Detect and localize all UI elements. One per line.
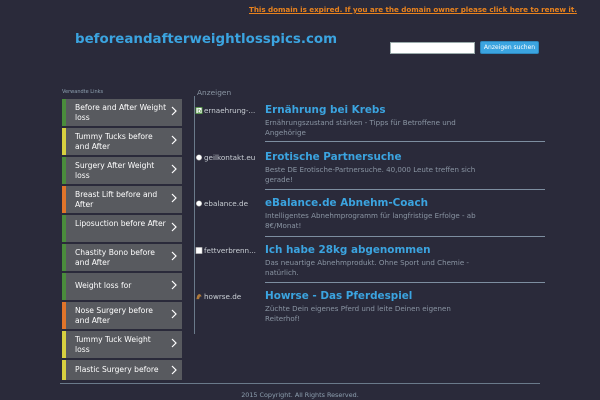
sidebar-item-label: Before and After Weight loss	[75, 103, 167, 122]
sidebar-heading: Verwandte Links	[62, 89, 104, 95]
horse-icon	[196, 293, 202, 300]
sidebar-item-liposuction[interactable]: Liposuction before After	[62, 215, 182, 242]
sidebar-item-plastic-surgery[interactable]: Plastic Surgery before	[62, 360, 182, 380]
ad-description: Ernährungszustand stärken - Tipps für Be…	[265, 118, 456, 137]
circle-icon	[195, 200, 203, 207]
b-icon: b	[195, 107, 203, 114]
ad-description: Intelligentes Abnehmprogramm für langfri…	[265, 211, 476, 230]
circle-icon	[195, 154, 203, 161]
ad-title-link[interactable]: Ich habe 28kg abgenommen	[265, 244, 431, 256]
ad-title-link[interactable]: Ernährung bei Krebs	[265, 104, 386, 116]
sidebar-item-tummy-tuck-weight-loss[interactable]: Tummy Tuck Weight loss	[62, 331, 182, 358]
ad-domain[interactable]: howrse.de	[195, 292, 261, 301]
chevron-right-icon	[171, 280, 177, 290]
sidebar-item-label: Plastic Surgery before	[75, 365, 159, 374]
ad-separator	[265, 141, 545, 142]
ad-description: Das neuartige Abnehmprodukt. Ohne Sport …	[265, 258, 469, 277]
ad-title-link[interactable]: eBalance.de Abnehm-Coach	[265, 197, 428, 209]
chevron-right-icon	[171, 106, 177, 116]
ad-title-link[interactable]: Erotische Partnersuche	[265, 151, 402, 163]
sidebar-item-label: Surgery After Weight loss	[75, 161, 155, 180]
sidebar-item-label: Breast Lift before and After	[75, 190, 158, 209]
square-icon	[195, 247, 203, 254]
chevron-right-icon	[171, 338, 177, 348]
sidebar-item-tummy-tucks[interactable]: Tummy Tucks before and After	[62, 128, 182, 155]
ad-description: Züchte Dein eigenes Pferd und leite Dein…	[265, 304, 451, 323]
sidebar-item-label: Tummy Tucks before and After	[75, 132, 153, 151]
chevron-right-icon	[171, 164, 177, 174]
chevron-right-icon	[171, 251, 177, 261]
svg-text:b: b	[197, 108, 201, 114]
ads-label: Anzeigen	[197, 88, 232, 97]
ad-title-link[interactable]: Howrse - Das Pferdespiel	[265, 290, 412, 302]
sidebar-item-surgery-after-weight-loss[interactable]: Surgery After Weight loss	[62, 157, 182, 184]
sidebar-item-label: Weight loss for	[75, 281, 132, 290]
ad-domain[interactable]: geilkontakt.eu	[195, 153, 261, 162]
ad-separator	[265, 282, 545, 283]
chevron-right-icon	[171, 135, 177, 145]
site-title[interactable]: beforeandafterweightlosspics.com	[75, 32, 337, 47]
ad-description: Beste DE Erotische-Partnersuche. 40,000 …	[265, 165, 476, 184]
chevron-right-icon	[171, 193, 177, 203]
footer-copyright: 2015 Copyright. All Rights Reserved.	[241, 391, 359, 399]
ad-separator	[265, 189, 545, 190]
search-button[interactable]: Anzeigen suchen	[480, 41, 539, 54]
sidebar-item-label: Nose Surgery before and After	[75, 306, 153, 325]
footer-divider	[60, 383, 540, 384]
sidebar-item-nose-surgery[interactable]: Nose Surgery before and After	[62, 302, 182, 329]
chevron-right-icon	[171, 222, 177, 232]
ad-domain[interactable]: fettverbrenn...	[195, 246, 261, 255]
sidebar-item-label: Liposuction before After	[75, 219, 166, 228]
ad-separator	[265, 236, 545, 237]
sidebar-item-label: Chastity Bono before and After	[75, 248, 155, 267]
sidebar-item-breast-lift[interactable]: Breast Lift before and After	[62, 186, 182, 213]
ad-domain[interactable]: b ernaehrung-...	[195, 106, 261, 115]
sidebar-item-chastity-bono[interactable]: Chastity Bono before and After	[62, 244, 182, 271]
chevron-right-icon	[171, 365, 177, 375]
sidebar-item-weight-loss-for[interactable]: Weight loss for	[62, 273, 182, 300]
expired-notice-link[interactable]: This domain is expired. If you are the d…	[249, 5, 577, 14]
sidebar-item-before-after-weight-loss[interactable]: Before and After Weight loss	[62, 99, 182, 126]
ad-domain[interactable]: ebalance.de	[195, 199, 261, 208]
sidebar-item-label: Tummy Tuck Weight loss	[75, 335, 151, 354]
chevron-right-icon	[171, 309, 177, 319]
search-input[interactable]	[390, 42, 475, 54]
